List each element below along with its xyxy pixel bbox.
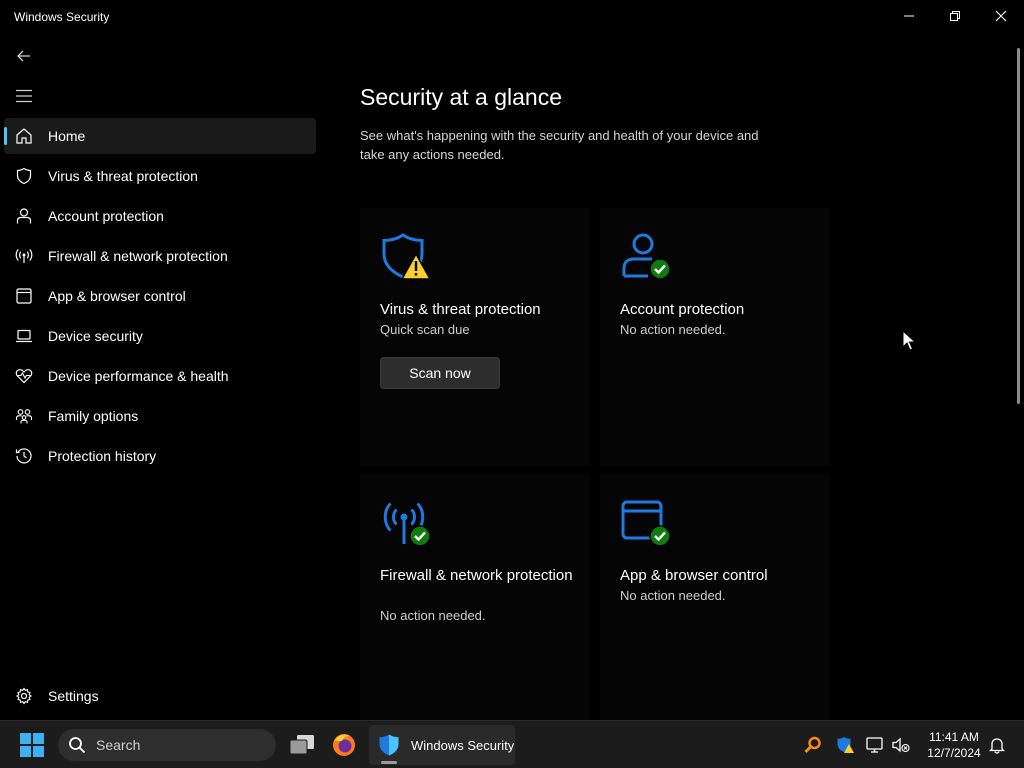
- speaker-muted-icon: [892, 737, 910, 753]
- person-icon: [14, 206, 34, 226]
- family-icon: [14, 406, 34, 426]
- card-status: No action needed.: [620, 322, 726, 337]
- sidebar-item-protection-history[interactable]: Protection history: [4, 438, 316, 474]
- minimize-icon: [904, 15, 914, 17]
- windows-start-icon[interactable]: [20, 733, 44, 757]
- card-title: Firewall & network protection: [380, 567, 573, 584]
- card-app-browser[interactable]: App & browser control No action needed.: [600, 474, 830, 732]
- mouse-cursor-icon: [902, 330, 916, 351]
- gear-icon: [14, 686, 34, 706]
- restore-button[interactable]: [932, 0, 978, 32]
- shield-warning-icon: [382, 233, 432, 280]
- tray-search-app[interactable]: [803, 735, 823, 755]
- history-icon: [14, 446, 34, 466]
- tray-defender[interactable]: [835, 735, 855, 755]
- window-title: Windows Security: [14, 10, 110, 24]
- taskbar: Search Windows Security 11:41 AM 12/7/20…: [0, 720, 1024, 768]
- notifications-button[interactable]: [987, 735, 1007, 755]
- back-button[interactable]: [12, 44, 36, 68]
- tray-display[interactable]: [866, 735, 886, 755]
- search-placeholder: Search: [96, 737, 141, 753]
- sidebar-item-label: Virus & threat protection: [48, 168, 198, 184]
- card-title: Virus & threat protection: [380, 301, 541, 318]
- taskbar-app-label: Windows Security: [411, 737, 515, 753]
- shield-warning-tray-icon: [837, 737, 854, 753]
- sidebar-item-virus-threat[interactable]: Virus & threat protection: [4, 158, 316, 194]
- heart-pulse-icon: [14, 366, 34, 386]
- clock-time: 11:41 AM: [929, 730, 979, 744]
- sidebar: Home Virus & threat protection Account p…: [0, 34, 320, 720]
- minimize-button[interactable]: [886, 0, 932, 32]
- firefox-icon: [333, 734, 355, 756]
- bell-icon: [988, 738, 1006, 754]
- scan-now-button[interactable]: Scan now: [380, 357, 500, 389]
- card-firewall[interactable]: Firewall & network protection No action …: [360, 474, 590, 732]
- sidebar-item-device-security[interactable]: Device security: [4, 318, 316, 354]
- sidebar-item-settings[interactable]: Settings: [4, 678, 316, 714]
- card-title: Account protection: [620, 301, 745, 318]
- antenna-icon: [14, 246, 34, 266]
- magnifier-orange-icon: [804, 736, 821, 754]
- title-bar: Windows Security: [0, 0, 1024, 34]
- menu-button[interactable]: [12, 84, 36, 108]
- restore-icon: [950, 11, 960, 21]
- sidebar-item-label: App & browser control: [48, 288, 186, 304]
- sidebar-item-family[interactable]: Family options: [4, 398, 316, 434]
- app-window-check-icon: [621, 500, 671, 547]
- home-icon: [14, 126, 34, 146]
- sidebar-item-label: Firewall & network protection: [48, 248, 228, 264]
- windows-security-shield-icon: [379, 734, 399, 756]
- settings-label: Settings: [48, 688, 99, 704]
- main-content: Security at a glance See what's happenin…: [320, 34, 1020, 732]
- back-arrow-icon: [17, 50, 30, 62]
- sidebar-item-firewall[interactable]: Firewall & network protection: [4, 238, 316, 274]
- card-status: Quick scan due: [380, 322, 470, 337]
- sidebar-item-label: Protection history: [48, 448, 157, 464]
- firefox-button[interactable]: [330, 731, 358, 759]
- page-subtitle: See what's happening with the security a…: [360, 128, 759, 162]
- person-check-icon: [622, 233, 671, 280]
- laptop-icon: [14, 326, 34, 346]
- clock-date: 12/7/2024: [927, 746, 981, 760]
- monitor-icon: [866, 737, 883, 753]
- sidebar-item-account[interactable]: Account protection: [4, 198, 316, 234]
- sidebar-item-label: Account protection: [48, 208, 164, 224]
- nav-list: Home Virus & threat protection Account p…: [4, 118, 316, 478]
- taskbar-clock[interactable]: 11:41 AM 12/7/2024: [918, 729, 990, 761]
- shield-icon: [14, 166, 34, 186]
- card-account[interactable]: Account protection No action needed.: [600, 208, 830, 466]
- active-indicator: [381, 761, 397, 764]
- task-view-icon: [289, 735, 314, 755]
- search-icon: [69, 737, 86, 754]
- sidebar-item-label: Family options: [48, 408, 139, 424]
- tray-volume[interactable]: [891, 735, 911, 755]
- sidebar-item-label: Device security: [48, 328, 143, 344]
- card-status: No action needed.: [380, 608, 486, 623]
- close-icon: [995, 10, 1007, 22]
- sidebar-item-device-performance[interactable]: Device performance & health: [4, 358, 316, 394]
- taskbar-search[interactable]: Search: [58, 729, 276, 761]
- sidebar-item-label: Device performance & health: [48, 368, 229, 384]
- app-window-icon: [14, 286, 34, 306]
- taskbar-windows-security[interactable]: Windows Security: [369, 725, 515, 765]
- antenna-check-icon: [383, 502, 431, 547]
- vertical-scrollbar[interactable]: [1017, 48, 1020, 404]
- page-title: Security at a glance: [360, 84, 563, 110]
- sidebar-item-home[interactable]: Home: [4, 118, 316, 154]
- close-button[interactable]: [978, 0, 1024, 32]
- card-title: App & browser control: [620, 567, 768, 584]
- sidebar-item-label: Home: [48, 128, 86, 144]
- card-virus-threat[interactable]: Virus & threat protection Quick scan due…: [360, 208, 590, 466]
- task-view-button[interactable]: [288, 731, 316, 759]
- sidebar-item-app-browser[interactable]: App & browser control: [4, 278, 316, 314]
- card-status: No action needed.: [620, 588, 726, 603]
- hamburger-icon: [16, 89, 32, 103]
